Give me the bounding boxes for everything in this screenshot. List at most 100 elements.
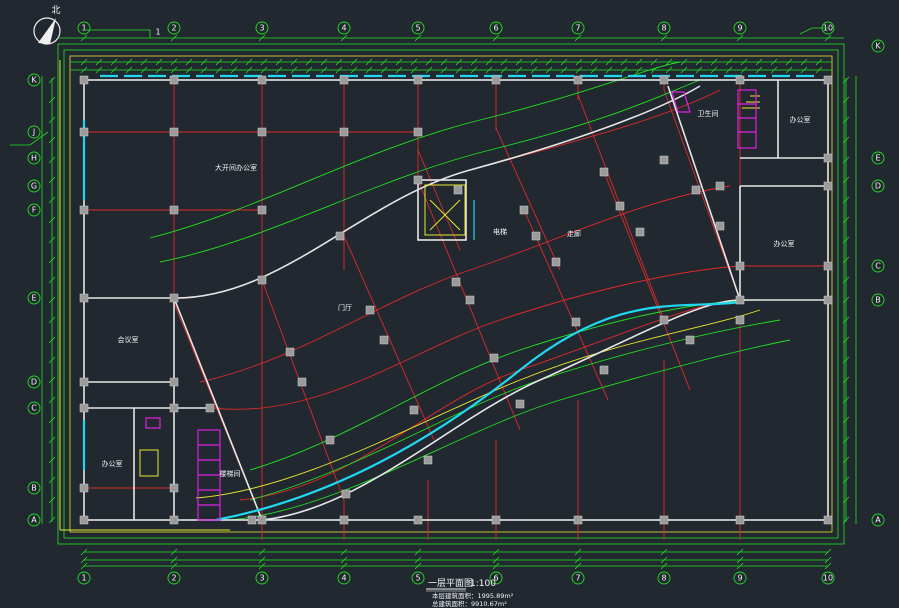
column-post — [489, 353, 499, 363]
row-axis-right-E: E — [875, 154, 880, 163]
area-line-1: 本层建筑面积：1995.89m² — [432, 591, 514, 600]
column-post — [573, 75, 583, 85]
column-post — [79, 293, 89, 303]
column-post — [423, 455, 433, 465]
column-post — [453, 185, 463, 195]
column-post — [365, 305, 375, 315]
north-label: 北 — [51, 5, 60, 16]
column-post — [599, 167, 609, 177]
column-axis-top-2: 2 — [171, 24, 176, 33]
column-post — [257, 127, 267, 137]
column-post — [339, 75, 349, 85]
structural-grid — [83, 79, 829, 540]
room-label-meeting-room: 会议室 — [118, 335, 139, 344]
room-label-office-right-bottom: 办公室 — [774, 239, 795, 248]
drawing-title: 一层平面图 — [428, 578, 473, 589]
room-label-corridor: 走廊 — [567, 229, 581, 238]
column-post — [205, 403, 215, 413]
column-axis-bottom-1: 1 — [81, 574, 86, 583]
column-axis-top-3: 3 — [259, 24, 264, 33]
column-post — [169, 75, 179, 85]
column-post — [257, 275, 267, 285]
column-post — [599, 365, 609, 375]
column-post — [735, 515, 745, 525]
column-post — [409, 405, 419, 415]
column-post — [735, 295, 745, 305]
column-post — [685, 335, 695, 345]
column-axis-bottom-9: 9 — [737, 574, 742, 583]
column-post — [735, 315, 745, 325]
column-post — [169, 483, 179, 493]
column-post — [465, 295, 475, 305]
column-post — [79, 75, 89, 85]
row-axis-right-A: A — [875, 516, 881, 525]
column-post — [169, 403, 179, 413]
row-axis-right-D: D — [875, 182, 881, 191]
row-axis-left-K: K — [31, 76, 37, 85]
bubble-top-label: 1 — [155, 28, 160, 37]
column-post — [551, 257, 561, 267]
column-post — [823, 261, 833, 271]
row-axis-left-F: F — [32, 206, 37, 215]
column-post — [169, 515, 179, 525]
toilet-fixtures — [145, 89, 757, 521]
room-label-large-office: 大开间办公室 — [215, 163, 257, 172]
column-axis-bottom-10: 10 — [823, 574, 833, 583]
column-post — [735, 75, 745, 85]
column-post — [79, 127, 89, 137]
column-axis-bottom-5: 5 — [415, 574, 420, 583]
column-axis-top-9: 9 — [737, 24, 742, 33]
column-post — [715, 221, 725, 231]
column-post — [413, 175, 423, 185]
column-post — [257, 205, 267, 215]
row-axis-right-top: K — [875, 42, 881, 51]
column-axis-top-1: 1 — [81, 24, 86, 33]
column-post — [413, 127, 423, 137]
column-post — [571, 317, 581, 327]
column-post — [823, 515, 833, 525]
column-post — [79, 403, 89, 413]
column-post — [635, 227, 645, 237]
room-label-toilet: 卫生间 — [698, 109, 719, 118]
green-curves — [149, 61, 791, 521]
column-post — [335, 231, 345, 241]
column-post — [491, 515, 501, 525]
column-post — [325, 435, 335, 445]
column-post — [823, 181, 833, 191]
top-leader — [10, 27, 828, 146]
row-axis-left-D: D — [31, 378, 37, 387]
column-post — [659, 155, 669, 165]
column-axis-bottom-8: 8 — [661, 574, 666, 583]
column-post — [531, 231, 541, 241]
column-post — [691, 185, 701, 195]
north-arrow-icon: 北 — [33, 5, 61, 45]
dimension-ticks — [48, 34, 850, 570]
column-post — [519, 205, 529, 215]
column-post — [451, 277, 461, 287]
column-axis-top-8: 8 — [661, 24, 666, 33]
row-axis-left-C: C — [31, 404, 37, 413]
column-axis-top-4: 4 — [341, 24, 346, 33]
column-post — [715, 181, 725, 191]
column-post — [659, 315, 669, 325]
column-post — [823, 153, 833, 163]
column-post — [515, 399, 525, 409]
column-post — [169, 377, 179, 387]
row-axis-left-E: E — [31, 294, 36, 303]
column-axis-top-7: 7 — [575, 24, 580, 33]
column-post — [659, 515, 669, 525]
column-post — [413, 515, 423, 525]
column-post — [735, 261, 745, 271]
column-post — [573, 515, 583, 525]
column-post — [79, 205, 89, 215]
column-post — [823, 295, 833, 305]
column-post — [823, 75, 833, 85]
row-axis-left-H: H — [31, 154, 37, 163]
column-post — [341, 489, 351, 499]
column-post — [79, 483, 89, 493]
column-post — [491, 75, 501, 85]
floor-plan-drawing: 北 1122334455667788991010ABCDEFGHJKABCDEK… — [10, 5, 885, 608]
column-post — [615, 201, 625, 211]
column-post — [659, 75, 669, 85]
column-post — [79, 377, 89, 387]
